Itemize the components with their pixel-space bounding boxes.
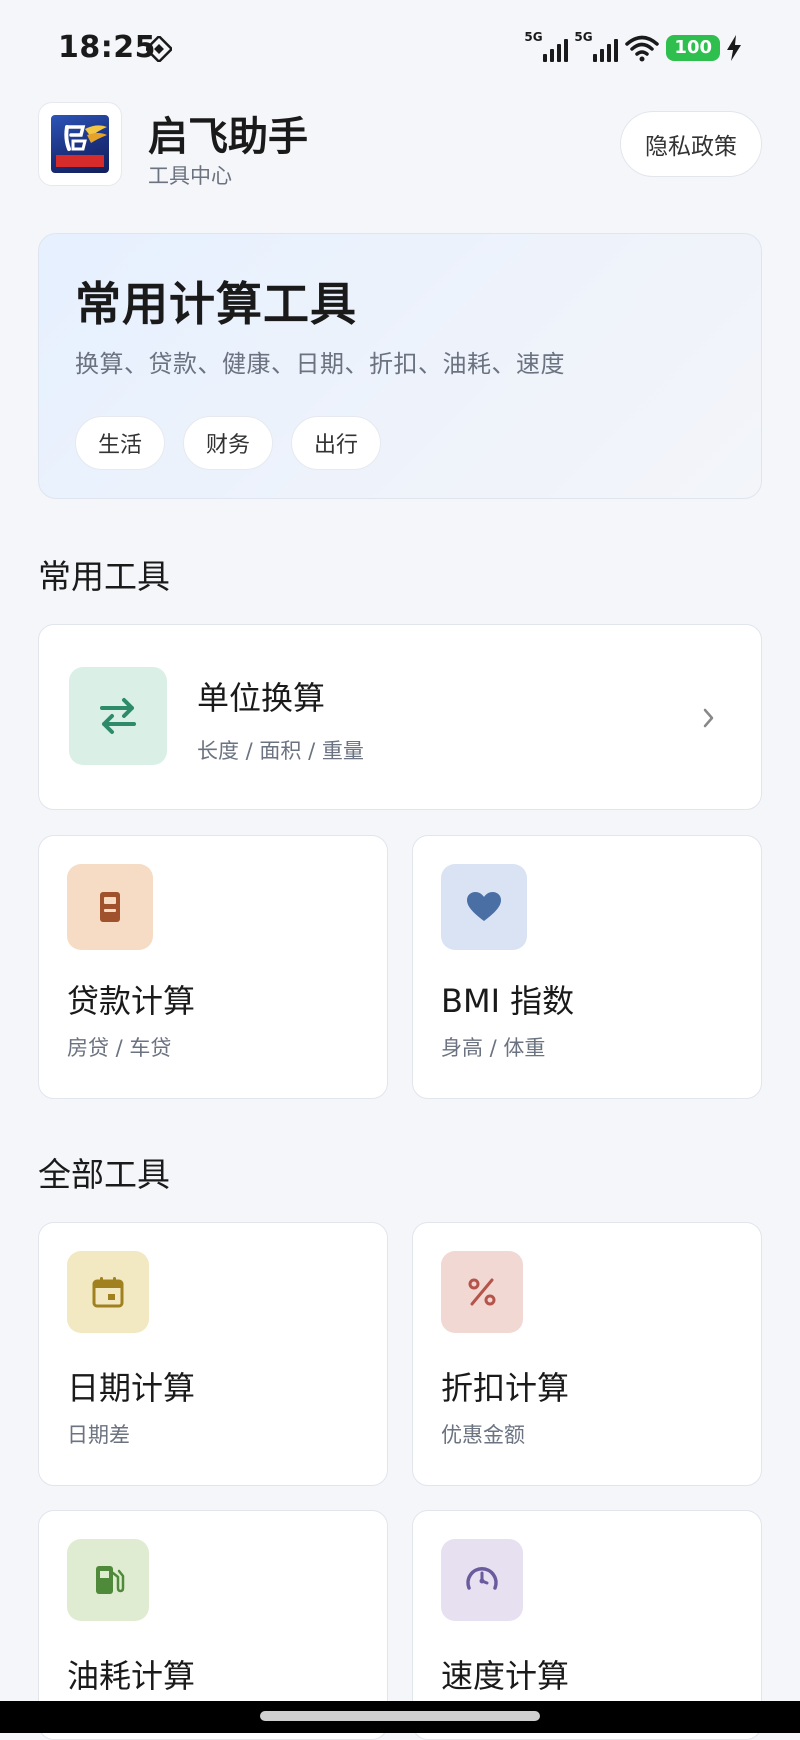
app-logo [38, 102, 122, 186]
tool-title: 折扣计算 [441, 1369, 570, 1407]
banner-subtitle: 换算、贷款、健康、日期、折扣、油耗、速度 [75, 350, 565, 378]
chip-travel[interactable]: 出行 [291, 416, 382, 470]
speed-icon-box [441, 1539, 523, 1621]
tool-title: 单位换算 [197, 679, 326, 717]
tool-desc: 长度 / 面积 / 重量 [197, 739, 364, 763]
hero-banner: 常用计算工具 换算、贷款、健康、日期、折扣、油耗、速度 生活 财务 出行 [38, 233, 762, 499]
tool-card-discount[interactable]: 折扣计算 优惠金额 [412, 1222, 762, 1486]
heart-icon [467, 892, 501, 921]
calendar-icon [92, 1277, 124, 1308]
chip-finance[interactable]: 财务 [183, 416, 274, 470]
charging-bolt-icon [727, 35, 741, 61]
tool-card-bmi[interactable]: BMI 指数 身高 / 体重 [412, 835, 762, 1099]
section-title-all: 全部工具 [38, 1155, 170, 1194]
logo-wings-icon [56, 125, 107, 167]
speedometer-icon [466, 1567, 498, 1590]
swap-arrows-icon [100, 698, 136, 734]
banner-title: 常用计算工具 [75, 277, 357, 331]
bmi-icon-box [441, 864, 527, 950]
app-title: 启飞助手 [148, 114, 308, 160]
chip-life[interactable]: 生活 [75, 416, 166, 470]
chevron-right-icon [703, 708, 714, 728]
tool-desc: 房贷 / 车贷 [67, 1036, 172, 1060]
battery-level: 100 [666, 35, 720, 61]
section-title-common: 常用工具 [38, 557, 170, 596]
app-header: 启飞助手 工具中心 隐私政策 [38, 102, 762, 190]
tool-title: BMI 指数 [441, 982, 575, 1020]
tool-title: 日期计算 [67, 1369, 196, 1407]
tool-title: 贷款计算 [67, 982, 196, 1020]
fuel-icon-box [67, 1539, 149, 1621]
percent-icon [468, 1278, 496, 1306]
discount-icon-box [441, 1251, 523, 1333]
status-bar: 18:25 5G 5G 100 [0, 0, 800, 96]
tool-card-unit-conversion[interactable]: 单位换算 长度 / 面积 / 重量 [38, 624, 762, 810]
home-indicator[interactable] [260, 1711, 540, 1721]
date-icon-box [67, 1251, 149, 1333]
privacy-policy-button[interactable]: 隐私政策 [620, 111, 762, 177]
cellular-signal-icon-2: 5G [574, 30, 619, 64]
tool-desc: 日期差 [67, 1423, 130, 1447]
app-subtitle: 工具中心 [148, 164, 232, 188]
cellular-signal-icon: 5G [524, 30, 569, 64]
unit-icon-box [69, 667, 167, 765]
category-chips: 生活 财务 出行 [75, 416, 382, 470]
wifi-icon [625, 35, 660, 62]
fuel-icon [96, 1566, 125, 1594]
tool-title: 油耗计算 [67, 1657, 196, 1695]
calculator-icon [100, 892, 120, 922]
nfc-icon [146, 36, 172, 62]
tool-title: 速度计算 [441, 1657, 570, 1695]
tool-desc: 身高 / 体重 [441, 1036, 546, 1060]
loan-icon-box [67, 864, 153, 950]
tool-card-date[interactable]: 日期计算 日期差 [38, 1222, 388, 1486]
tool-desc: 优惠金额 [441, 1423, 525, 1447]
tool-card-loan[interactable]: 贷款计算 房贷 / 车贷 [38, 835, 388, 1099]
status-time: 18:25 [58, 30, 156, 65]
